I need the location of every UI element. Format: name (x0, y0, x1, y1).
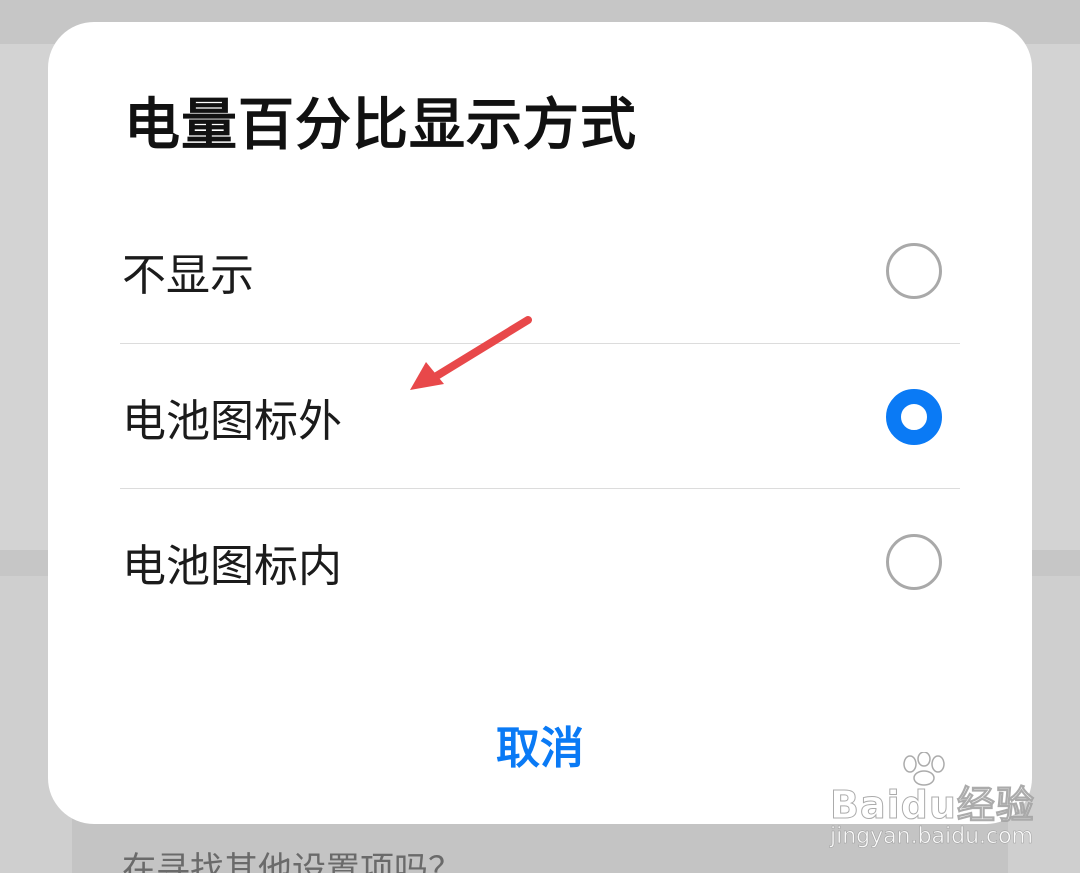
option-hide[interactable]: 不显示 (120, 198, 960, 343)
battery-percentage-dialog: 电量百分比显示方式 不显示 电池图标外 电池图标内 取消 (48, 22, 1032, 824)
cancel-button[interactable]: 取消 (440, 702, 640, 786)
radio-checked-icon[interactable] (886, 388, 942, 445)
option-label: 不显示 (122, 249, 254, 301)
option-outside-battery-icon[interactable]: 电池图标外 (120, 344, 960, 489)
radio-unchecked-icon[interactable] (886, 242, 942, 299)
background-footer-text: 在寻找其他设置项吗？ (122, 850, 462, 873)
screen: 在寻找其他设置项吗？ 电量百分比显示方式 不显示 电池图标外 电池图标内 取消 (0, 0, 1080, 873)
option-inside-battery-icon[interactable]: 电池图标内 (120, 489, 960, 634)
dialog-title: 电量百分比显示方式 (124, 93, 637, 158)
option-label: 电池图标内 (122, 540, 342, 592)
option-label: 电池图标外 (122, 395, 342, 447)
radio-unchecked-icon[interactable] (886, 533, 942, 590)
